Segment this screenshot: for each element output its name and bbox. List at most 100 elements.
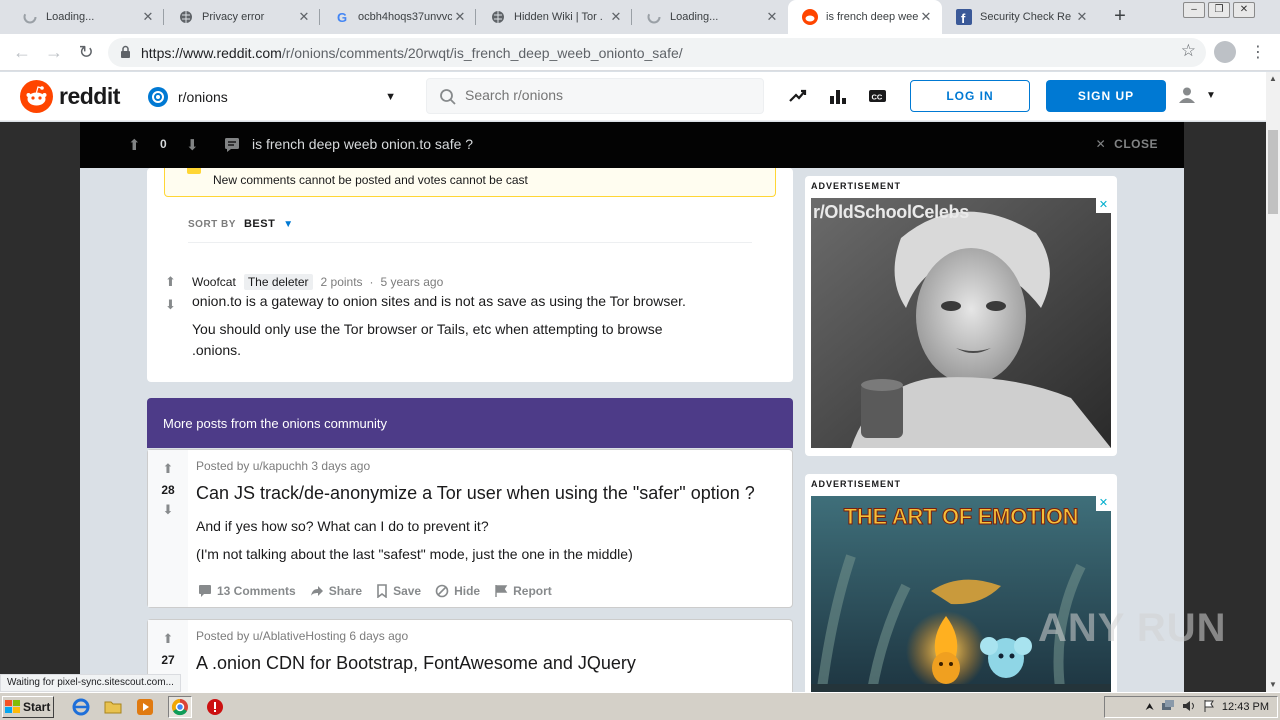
forward-arrow-icon[interactable]: → bbox=[42, 40, 66, 64]
report-button[interactable]: Report bbox=[494, 584, 552, 598]
comment-age: 5 years ago bbox=[380, 275, 444, 289]
search-input[interactable] bbox=[465, 87, 745, 103]
globe-icon bbox=[490, 9, 506, 25]
hide-icon bbox=[435, 584, 449, 598]
volume-icon[interactable] bbox=[1182, 699, 1196, 716]
browser-tab[interactable]: Hidden Wiki | Tor . ✕ bbox=[476, 0, 632, 34]
reddit-wordmark: reddit bbox=[59, 83, 120, 109]
windows-taskbar: Start ⮝ 12:43 PM bbox=[0, 692, 1280, 720]
profile-avatar-icon[interactable] bbox=[1214, 41, 1236, 63]
flag-icon bbox=[495, 585, 508, 597]
lock-icon bbox=[120, 45, 131, 62]
signup-button[interactable]: SIGN UP bbox=[1046, 80, 1166, 112]
tray-expand-icon[interactable]: ⮝ bbox=[1145, 702, 1154, 713]
browser-menu-icon[interactable]: ⋮ bbox=[1250, 42, 1266, 62]
close-ad-icon[interactable]: ✕ bbox=[1096, 496, 1111, 511]
close-tab-icon[interactable]: ✕ bbox=[1074, 9, 1090, 25]
close-tab-icon[interactable]: ✕ bbox=[296, 9, 312, 25]
post-title[interactable]: Can JS track/de-anonymize a Tor user whe… bbox=[196, 483, 755, 504]
post-title[interactable]: A .onion CDN for Bootstrap, FontAwesome … bbox=[196, 653, 636, 674]
browser-tab[interactable]: G ocbh4hoqs37unvvc ✕ bbox=[320, 0, 476, 34]
reddit-logo[interactable]: reddit bbox=[20, 80, 120, 113]
chevron-down-icon: ▼ bbox=[283, 218, 294, 230]
leaderboard-icon[interactable] bbox=[828, 86, 848, 106]
address-bar[interactable]: https://www.reddit.com/r/onions/comments… bbox=[108, 38, 1206, 67]
upvote-arrow-icon[interactable]: ⬆ bbox=[165, 274, 176, 290]
login-button[interactable]: LOG IN bbox=[910, 80, 1030, 112]
hide-button[interactable]: Hide bbox=[435, 584, 480, 598]
ad-image[interactable]: r/OldSchoolCelebs ✕ bbox=[811, 198, 1111, 448]
chrome-taskbar-button[interactable] bbox=[168, 696, 192, 718]
community-switcher[interactable]: r/onions ▼ bbox=[148, 84, 396, 110]
sort-dropdown[interactable]: SORT BY BEST ▼ bbox=[188, 218, 294, 230]
media-player-icon[interactable] bbox=[136, 698, 154, 716]
tab-label: Security Check Re bbox=[980, 11, 1072, 23]
more-posts-header: More posts from the onions community bbox=[147, 398, 793, 448]
close-icon: ✕ bbox=[1095, 137, 1107, 151]
back-arrow-icon[interactable]: ← bbox=[10, 40, 34, 64]
action-center-flag-icon[interactable] bbox=[1203, 699, 1215, 716]
save-button[interactable]: Save bbox=[376, 584, 421, 598]
browser-tab-active[interactable]: is french deep wee ✕ bbox=[788, 0, 942, 34]
comment-paragraph: onion.to is a gateway to onion sites and… bbox=[192, 293, 686, 309]
post-card[interactable]: ⬆ 27 Posted by u/AblativeHosting 6 days … bbox=[147, 619, 793, 692]
start-button[interactable]: Start bbox=[2, 696, 54, 718]
vertical-scrollbar[interactable]: ▲ ▼ bbox=[1266, 72, 1280, 692]
close-tab-icon[interactable]: ✕ bbox=[918, 9, 934, 25]
user-flair: The deleter bbox=[243, 274, 313, 290]
browser-toolbar: ← → ↻ https://www.reddit.com/r/onions/co… bbox=[0, 34, 1280, 71]
tab-label: Loading... bbox=[46, 11, 95, 23]
minimize-button[interactable]: – bbox=[1183, 2, 1205, 18]
post-score: 0 bbox=[160, 137, 167, 151]
search-box[interactable] bbox=[426, 78, 764, 114]
reload-icon[interactable]: ↻ bbox=[74, 40, 98, 64]
clock[interactable]: 12:43 PM bbox=[1222, 701, 1269, 713]
post-score: 28 bbox=[161, 483, 175, 497]
post-title: is french deep weeb onion.to safe ? bbox=[252, 136, 474, 152]
browser-tab[interactable]: Loading... ✕ bbox=[632, 0, 788, 34]
ad-image[interactable]: THE ART OF EMOTION ✕ bbox=[811, 496, 1111, 692]
browser-tab[interactable]: Loading... ✕ bbox=[8, 0, 164, 34]
bookmark-star-icon[interactable]: ☆ bbox=[1181, 41, 1196, 61]
closed-captions-icon[interactable]: CC bbox=[868, 86, 888, 106]
share-button[interactable]: Share bbox=[310, 584, 362, 598]
close-tab-icon[interactable]: ✕ bbox=[140, 9, 156, 25]
post-score: 27 bbox=[161, 653, 175, 667]
downvote-arrow-icon[interactable]: ⬇ bbox=[186, 136, 199, 154]
portrait-illustration bbox=[811, 198, 1111, 448]
close-tab-icon[interactable]: ✕ bbox=[608, 9, 624, 25]
google-icon: G bbox=[336, 9, 348, 25]
reddit-header: reddit r/onions ▼ CC LOG IN SIGN UP ▼ bbox=[0, 72, 1266, 121]
folder-icon[interactable] bbox=[104, 698, 122, 716]
advertisement-card: ADVERTISEMENT THE ART OF EMOTION ✕ bbox=[805, 474, 1117, 694]
stop-icon[interactable] bbox=[206, 698, 224, 716]
browser-tab[interactable]: Privacy error ✕ bbox=[164, 0, 320, 34]
loading-spinner-icon bbox=[646, 9, 662, 25]
trending-icon[interactable] bbox=[788, 86, 808, 106]
close-tab-icon[interactable]: ✕ bbox=[764, 9, 780, 25]
upvote-arrow-icon[interactable]: ⬆ bbox=[148, 631, 188, 647]
windows-logo-icon bbox=[5, 700, 20, 713]
scrollbar-thumb[interactable] bbox=[1268, 130, 1278, 214]
downvote-arrow-icon[interactable]: ⬇ bbox=[148, 502, 188, 518]
comment-author[interactable]: Woofcat bbox=[192, 275, 236, 289]
user-menu[interactable]: ▼ bbox=[1178, 86, 1216, 104]
upvote-arrow-icon[interactable]: ⬆ bbox=[148, 461, 188, 477]
close-window-button[interactable]: ✕ bbox=[1233, 2, 1255, 18]
watermark: ANY RUN bbox=[1038, 606, 1227, 650]
post-card[interactable]: ⬆ 28 ⬇ Posted by u/kapuchh 3 days ago Ca… bbox=[147, 449, 793, 608]
close-tab-icon[interactable]: ✕ bbox=[452, 9, 468, 25]
comments-button[interactable]: 13 Comments bbox=[198, 584, 296, 598]
scroll-up-icon[interactable]: ▲ bbox=[1266, 72, 1280, 86]
internet-explorer-icon[interactable] bbox=[72, 698, 90, 716]
network-icon[interactable] bbox=[1161, 699, 1175, 716]
browser-tab[interactable]: f Security Check Re ✕ bbox=[942, 0, 1098, 34]
scroll-down-icon[interactable]: ▼ bbox=[1266, 678, 1280, 692]
archived-message: New comments cannot be posted and votes … bbox=[213, 173, 528, 187]
restore-button[interactable]: ❐ bbox=[1208, 2, 1230, 18]
new-tab-button[interactable]: + bbox=[1108, 5, 1132, 29]
downvote-arrow-icon[interactable]: ⬇ bbox=[165, 297, 176, 313]
close-button[interactable]: ✕ CLOSE bbox=[1096, 137, 1158, 151]
upvote-arrow-icon[interactable]: ⬆ bbox=[128, 136, 141, 154]
close-ad-icon[interactable]: ✕ bbox=[1096, 198, 1111, 213]
